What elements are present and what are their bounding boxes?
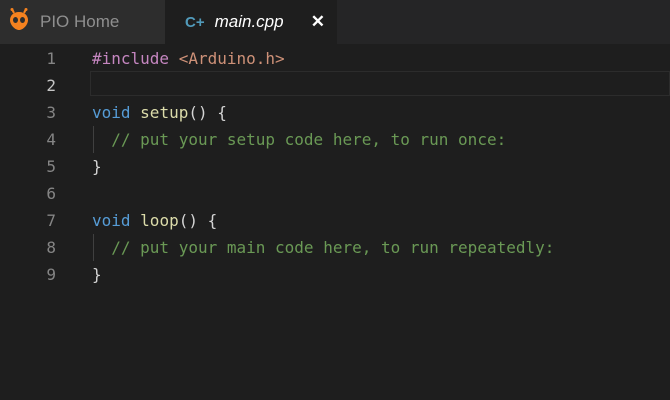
code-token: #include [92,49,170,68]
code-token: <Arduino.h> [178,49,285,68]
line-number: 7 [46,211,56,230]
code-line[interactable]: 3 void setup() { [0,99,670,126]
code-token: } [92,157,102,176]
tab-label: PIO Home [40,12,120,31]
code-token: // put your setup code here, to run once… [92,130,507,149]
code-line[interactable]: 2 [0,72,670,99]
code-token: void [92,211,131,230]
line-number: 3 [46,103,56,122]
tab-bar: PIO Home C+ main.cpp ✕ [0,0,670,44]
tab-label: main.cpp [214,12,284,31]
code-token: // put your main code here, to run repea… [92,238,555,257]
code-token: () { [188,103,227,122]
code-token: void [92,103,131,122]
line-number: 4 [46,130,56,149]
code-editor[interactable]: 1 #include <Arduino.h> 2 3 void setup() {4 /… [0,44,670,400]
platformio-alien-icon [8,7,30,37]
code-text: void loop() { [92,207,217,234]
code-text: } [92,261,102,288]
tab-main-cpp[interactable]: C+ main.cpp ✕ [165,0,337,44]
line-number: 6 [46,184,56,203]
code-line[interactable]: 9} [0,261,670,288]
code-token: () { [178,211,218,230]
code-line[interactable]: 6 [0,180,670,207]
line-number: 5 [46,157,56,176]
code-text: } [92,153,102,180]
code-token: loop [140,211,179,230]
line-number: 8 [46,238,56,257]
tab-pio-home[interactable]: PIO Home [0,0,165,44]
line-number: 2 [46,76,56,95]
code-text: // put your setup code here, to run once… [92,126,506,153]
code-line[interactable]: 8 // put your main code here, to run rep… [0,234,670,261]
code-line[interactable]: 4 // put your setup code here, to run on… [0,126,670,153]
code-text: #include <Arduino.h> [92,45,285,72]
code-token: setup [140,103,189,122]
code-line[interactable]: 1 #include <Arduino.h> [0,45,670,72]
code-line[interactable]: 7 void loop() { [0,207,670,234]
line-number: 1 [46,49,56,68]
close-icon[interactable]: ✕ [311,12,325,32]
code-text: // put your main code here, to run repea… [92,234,554,261]
cpp-file-icon: C+ [185,13,205,31]
code-line[interactable]: 5} [0,153,670,180]
line-number: 9 [46,265,56,284]
code-text: void setup() { [92,99,227,126]
code-token: } [92,265,102,284]
